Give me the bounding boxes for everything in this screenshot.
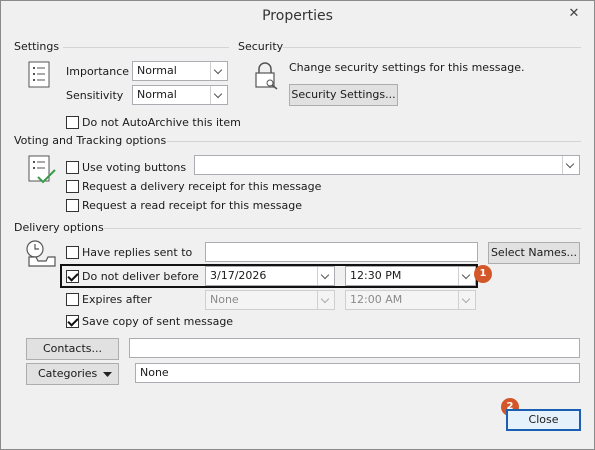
settings-header: Settings bbox=[14, 40, 60, 53]
security-header: Security bbox=[238, 40, 284, 53]
voting-checklist-icon bbox=[28, 155, 56, 184]
chevron-down-icon bbox=[317, 291, 334, 309]
close-button[interactable]: Close bbox=[506, 409, 581, 431]
expires-after-checkbox[interactable] bbox=[66, 293, 79, 306]
importance-value: Normal bbox=[137, 64, 177, 77]
deliver-time-select[interactable]: 12:30 PM bbox=[345, 266, 476, 286]
chevron-down-icon bbox=[458, 291, 475, 309]
contacts-button[interactable]: Contacts... bbox=[26, 338, 119, 360]
replies-to-field[interactable] bbox=[205, 242, 478, 262]
have-replies-checkbox[interactable] bbox=[66, 246, 79, 259]
chevron-down-icon bbox=[562, 156, 579, 174]
settings-list-icon bbox=[28, 61, 50, 88]
chevron-down-icon bbox=[317, 267, 334, 285]
voting-divider bbox=[167, 141, 581, 142]
sensitivity-label: Sensitivity bbox=[66, 89, 124, 102]
delivery-receipt-checkbox[interactable] bbox=[66, 180, 79, 193]
deliver-date-select[interactable]: 3/17/2026 bbox=[205, 266, 335, 286]
importance-label: Importance bbox=[66, 65, 130, 78]
do-not-deliver-label: Do not deliver before bbox=[82, 270, 199, 283]
delivery-header: Delivery options bbox=[14, 221, 104, 234]
chevron-down-icon bbox=[458, 267, 475, 285]
read-receipt-checkbox[interactable] bbox=[66, 199, 79, 212]
have-replies-label: Have replies sent to bbox=[82, 246, 193, 259]
expires-date-value: None bbox=[210, 293, 239, 306]
security-description: Change security settings for this messag… bbox=[289, 61, 525, 74]
caret-down-icon bbox=[103, 372, 112, 377]
delivery-divider bbox=[104, 228, 581, 229]
save-copy-checkbox[interactable] bbox=[66, 315, 79, 328]
categories-value: None bbox=[140, 366, 169, 379]
sensitivity-select[interactable]: Normal bbox=[132, 85, 228, 105]
window-title: Properties bbox=[262, 8, 333, 24]
sensitivity-value: Normal bbox=[137, 88, 177, 101]
use-voting-checkbox[interactable] bbox=[66, 161, 79, 174]
save-copy-label: Save copy of sent message bbox=[82, 315, 234, 328]
security-settings-button[interactable]: Security Settings... bbox=[289, 84, 398, 106]
importance-select[interactable]: Normal bbox=[132, 61, 228, 81]
delivery-receipt-label: Request a delivery receipt for this mess… bbox=[82, 180, 322, 193]
properties-dialog: Properties ✕ Settings Importance Normal … bbox=[0, 0, 595, 450]
clock-inbox-icon bbox=[26, 240, 56, 267]
title-bar: Properties ✕ bbox=[1, 1, 594, 34]
autoarchive-checkbox[interactable] bbox=[66, 116, 79, 129]
chevron-down-icon bbox=[210, 86, 227, 104]
expires-after-label: Expires after bbox=[82, 293, 152, 306]
deliver-date-value: 3/17/2026 bbox=[210, 269, 267, 282]
categories-button[interactable]: Categories bbox=[26, 363, 119, 385]
contacts-field[interactable] bbox=[129, 338, 580, 358]
expires-time-value: 12:00 AM bbox=[350, 293, 403, 306]
use-voting-label: Use voting buttons bbox=[82, 161, 187, 174]
close-window-icon[interactable]: ✕ bbox=[563, 5, 585, 23]
expires-time-select[interactable]: 12:00 AM bbox=[345, 290, 476, 310]
autoarchive-label: Do not AutoArchive this item bbox=[82, 116, 241, 129]
read-receipt-label: Request a read receipt for this message bbox=[82, 199, 303, 212]
voting-buttons-select[interactable] bbox=[194, 155, 580, 175]
lock-icon bbox=[255, 62, 278, 90]
do-not-deliver-checkbox[interactable] bbox=[66, 270, 79, 283]
categories-label: Categories bbox=[38, 367, 98, 380]
deliver-time-value: 12:30 PM bbox=[350, 269, 402, 282]
voting-header: Voting and Tracking options bbox=[14, 134, 167, 147]
select-names-button[interactable]: Select Names... bbox=[488, 242, 580, 264]
expires-date-select[interactable]: None bbox=[205, 290, 335, 310]
security-divider bbox=[283, 47, 581, 48]
categories-field[interactable]: None bbox=[135, 363, 580, 383]
settings-divider bbox=[63, 47, 229, 48]
callout-badge-1: 1 bbox=[474, 265, 492, 283]
chevron-down-icon bbox=[210, 62, 227, 80]
